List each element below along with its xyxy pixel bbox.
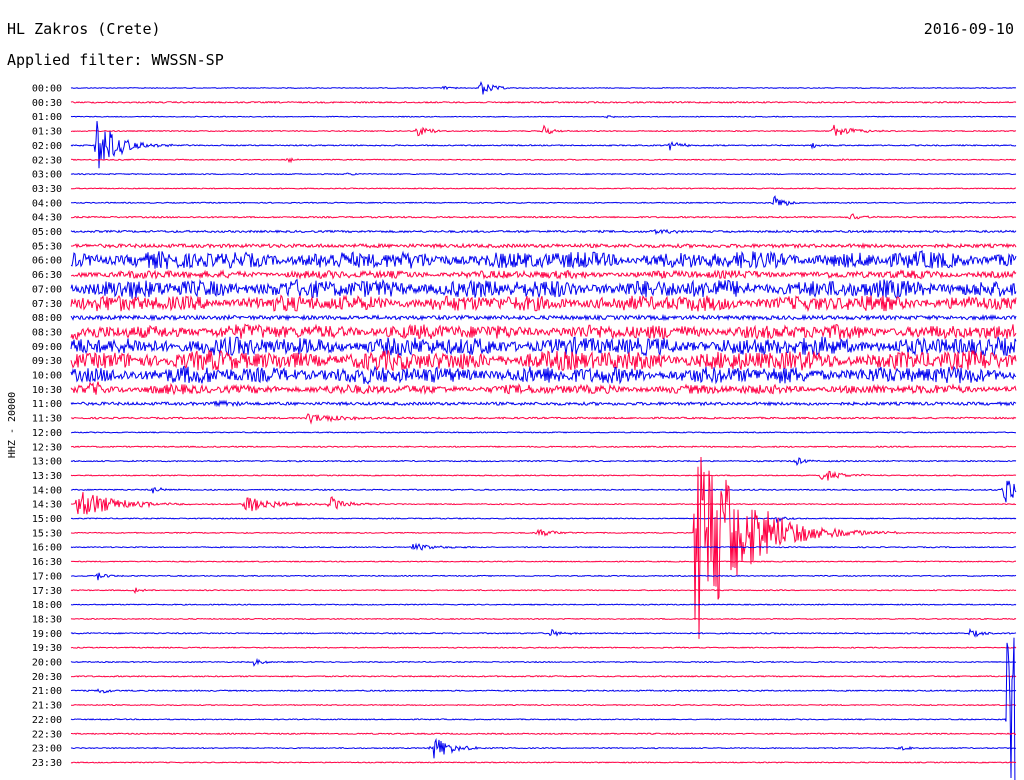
trace-1030 — [70, 381, 1017, 396]
trace-1830 — [70, 617, 1017, 621]
trace-0530 — [70, 242, 1017, 250]
trace-0400 — [71, 195, 1017, 207]
trace-2030 — [70, 675, 1017, 678]
trace-1930 — [70, 646, 1017, 649]
time-tick-label: 16:00 — [32, 543, 62, 554]
time-tick-label: 08:30 — [32, 327, 62, 338]
trace-1600 — [70, 542, 1017, 551]
time-tick-label: 15:00 — [32, 514, 62, 525]
time-tick-label: 02:00 — [32, 141, 62, 152]
time-tick-label: 22:30 — [32, 729, 62, 740]
time-tick-label: 09:00 — [32, 342, 62, 353]
time-tick-label: 15:30 — [32, 528, 62, 539]
trace-0000 — [70, 81, 1017, 95]
time-tick-label: 20:30 — [32, 672, 62, 683]
trace-0430 — [70, 213, 1017, 220]
trace-1330 — [70, 470, 1017, 481]
time-tick-label: 01:00 — [32, 112, 62, 123]
time-tick-label: 04:30 — [32, 213, 62, 224]
trace-0100 — [70, 115, 1017, 119]
trace-2100 — [70, 688, 1017, 694]
time-tick-label: 07:30 — [32, 299, 62, 310]
trace-1430 — [70, 492, 1017, 515]
trace-1400 — [70, 480, 1017, 503]
time-tick-label: 21:00 — [32, 686, 62, 697]
trace-2000 — [70, 657, 1017, 667]
trace-0230 — [70, 157, 1017, 164]
time-tick-label: 14:00 — [32, 485, 62, 496]
trace-0930 — [70, 349, 1017, 372]
trace-0830 — [70, 323, 1017, 341]
time-tick-label: 23:30 — [32, 758, 62, 769]
trace-1700 — [70, 572, 1017, 581]
time-tick-label: 05:30 — [32, 241, 62, 252]
trace-0900 — [70, 336, 1017, 358]
time-tick-label: 01:30 — [32, 127, 62, 138]
trace-0500 — [70, 228, 1017, 236]
time-tick-label: 06:30 — [32, 270, 62, 281]
trace-1900 — [70, 627, 1017, 638]
time-tick-label: 04:00 — [32, 198, 62, 209]
time-tick-label: 00:00 — [32, 84, 62, 95]
y-axis-label: HHZ - 20000 — [7, 392, 18, 458]
trace-1130 — [70, 413, 1017, 425]
time-tick-label: 03:30 — [32, 184, 62, 195]
time-tick-label: 10:30 — [32, 385, 62, 396]
time-tick-label: 17:00 — [32, 571, 62, 582]
trace-0130 — [70, 124, 1017, 137]
time-tick-label: 12:00 — [32, 428, 62, 439]
time-tick-label: 18:30 — [32, 614, 62, 625]
trace-2230 — [71, 732, 1017, 736]
trace-2330 — [70, 761, 1017, 764]
trace-1730 — [70, 587, 1017, 595]
trace-0800 — [70, 313, 1017, 322]
time-tick-label: 06:00 — [32, 256, 62, 267]
trace-0300 — [70, 172, 1017, 176]
time-tick-label: 23:00 — [32, 744, 62, 755]
time-tick-label: 11:30 — [32, 414, 62, 425]
seismic-traces — [70, 81, 1017, 780]
time-tick-label: 16:30 — [32, 557, 62, 568]
trace-2200 — [70, 637, 1016, 780]
time-tick-labels: 00:00 00:30 01:00 01:30 02:00 02:30 03:00 03:30… — [32, 84, 62, 769]
time-tick-label: 20:00 — [32, 658, 62, 669]
time-tick-label: 03:00 — [32, 170, 62, 181]
trace-1100 — [70, 399, 1017, 408]
time-tick-label: 05:00 — [32, 227, 62, 238]
trace-0730 — [70, 294, 1017, 312]
trace-2300 — [70, 737, 1017, 759]
time-tick-label: 19:30 — [32, 643, 62, 654]
time-tick-label: 11:00 — [32, 399, 62, 410]
time-tick-label: 19:00 — [32, 629, 62, 640]
trace-1300 — [70, 457, 1017, 467]
time-tick-label: 12:30 — [32, 442, 62, 453]
time-tick-label: 13:00 — [32, 457, 62, 468]
time-tick-label: 10:00 — [32, 371, 62, 382]
trace-0630 — [70, 269, 1017, 280]
time-tick-label: 17:30 — [32, 586, 62, 597]
time-tick-label: 02:30 — [32, 155, 62, 166]
time-tick-label: 18:00 — [32, 600, 62, 611]
trace-0600 — [70, 249, 1017, 270]
time-tick-label: 07:00 — [32, 284, 62, 295]
trace-2130 — [71, 703, 1017, 707]
trace-0030 — [70, 100, 1017, 104]
time-tick-label: 21:30 — [32, 701, 62, 712]
seismogram-plot: HHZ - 20000 00:00 00:30 01:00 01:30 02:00 02:… — [7, 81, 1017, 780]
trace-0330 — [70, 187, 1017, 190]
trace-1500 — [70, 516, 1017, 523]
time-tick-label: 22:00 — [32, 715, 62, 726]
trace-1230 — [70, 445, 1017, 449]
trace-1800 — [70, 603, 1017, 606]
trace-1200 — [70, 431, 1016, 434]
time-tick-label: 13:30 — [32, 471, 62, 482]
time-tick-label: 00:30 — [32, 98, 62, 109]
trace-0700 — [70, 278, 1017, 300]
time-tick-label: 14:30 — [32, 500, 62, 511]
time-tick-label: 09:30 — [32, 356, 62, 367]
time-tick-label: 08:00 — [32, 313, 62, 324]
trace-1630 — [70, 560, 1017, 563]
